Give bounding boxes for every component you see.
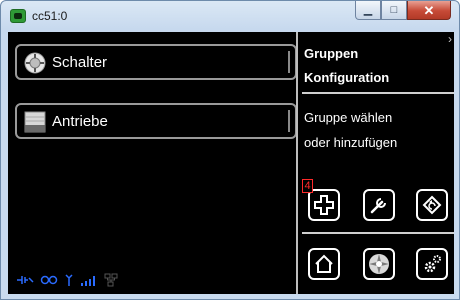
scroll-indicator: › — [448, 32, 452, 46]
device-screen: Schalter Antriebe Gruppen Konfiguration … — [8, 32, 454, 294]
title-bar[interactable]: cc51:0 ▁ □ ✕ — [1, 1, 459, 31]
close-button[interactable]: ✕ — [407, 1, 451, 20]
panel-divider — [296, 32, 298, 294]
antenna-icon — [65, 274, 73, 286]
window-controls: ▁ □ ✕ — [355, 1, 451, 20]
add-group-button[interactable] — [308, 189, 340, 221]
back-button[interactable] — [416, 189, 448, 221]
panel-hint-line2: oder hinzufügen — [304, 135, 398, 150]
light-bulb-icon — [369, 254, 389, 274]
antriebe-button[interactable]: Antriebe — [15, 103, 297, 139]
schalter-button[interactable]: Schalter — [15, 44, 297, 80]
app-window: cc51:0 ▁ □ ✕ Schalter Antriebe Gruppen K… — [0, 0, 460, 300]
panel-title-line2: Konfiguration — [304, 70, 390, 85]
panel-title-line1: Gruppen — [304, 46, 359, 61]
home-icon — [315, 254, 333, 273]
status-bar — [16, 272, 118, 288]
window-title: cc51:0 — [32, 9, 68, 23]
wrench-icon — [370, 198, 386, 214]
panel-hint-line1: Gruppe wählen — [304, 110, 393, 125]
antriebe-label: Antriebe — [52, 113, 108, 130]
step-badge: 4 — [302, 179, 313, 193]
minimize-button[interactable]: ▁ — [355, 1, 381, 20]
edit-group-button[interactable] — [363, 189, 395, 221]
settings-gears-icon — [424, 255, 441, 273]
toolbar-divider — [302, 232, 454, 234]
signal-bars-icon — [81, 276, 95, 286]
home-button[interactable] — [308, 248, 340, 280]
title-divider — [302, 92, 454, 94]
schalter-label: Schalter — [52, 54, 108, 71]
light-button[interactable] — [363, 248, 395, 280]
back-icon — [422, 195, 442, 215]
connection-plug-icon — [17, 276, 34, 284]
link-icon — [40, 275, 58, 285]
maximize-button[interactable]: □ — [381, 1, 407, 20]
app-icon[interactable] — [10, 9, 26, 23]
settings-button[interactable] — [416, 248, 448, 280]
add-group-icon — [314, 195, 334, 215]
blind-drive-icon — [24, 111, 46, 133]
network-icon — [104, 273, 118, 287]
switch-dial-icon — [24, 52, 46, 74]
